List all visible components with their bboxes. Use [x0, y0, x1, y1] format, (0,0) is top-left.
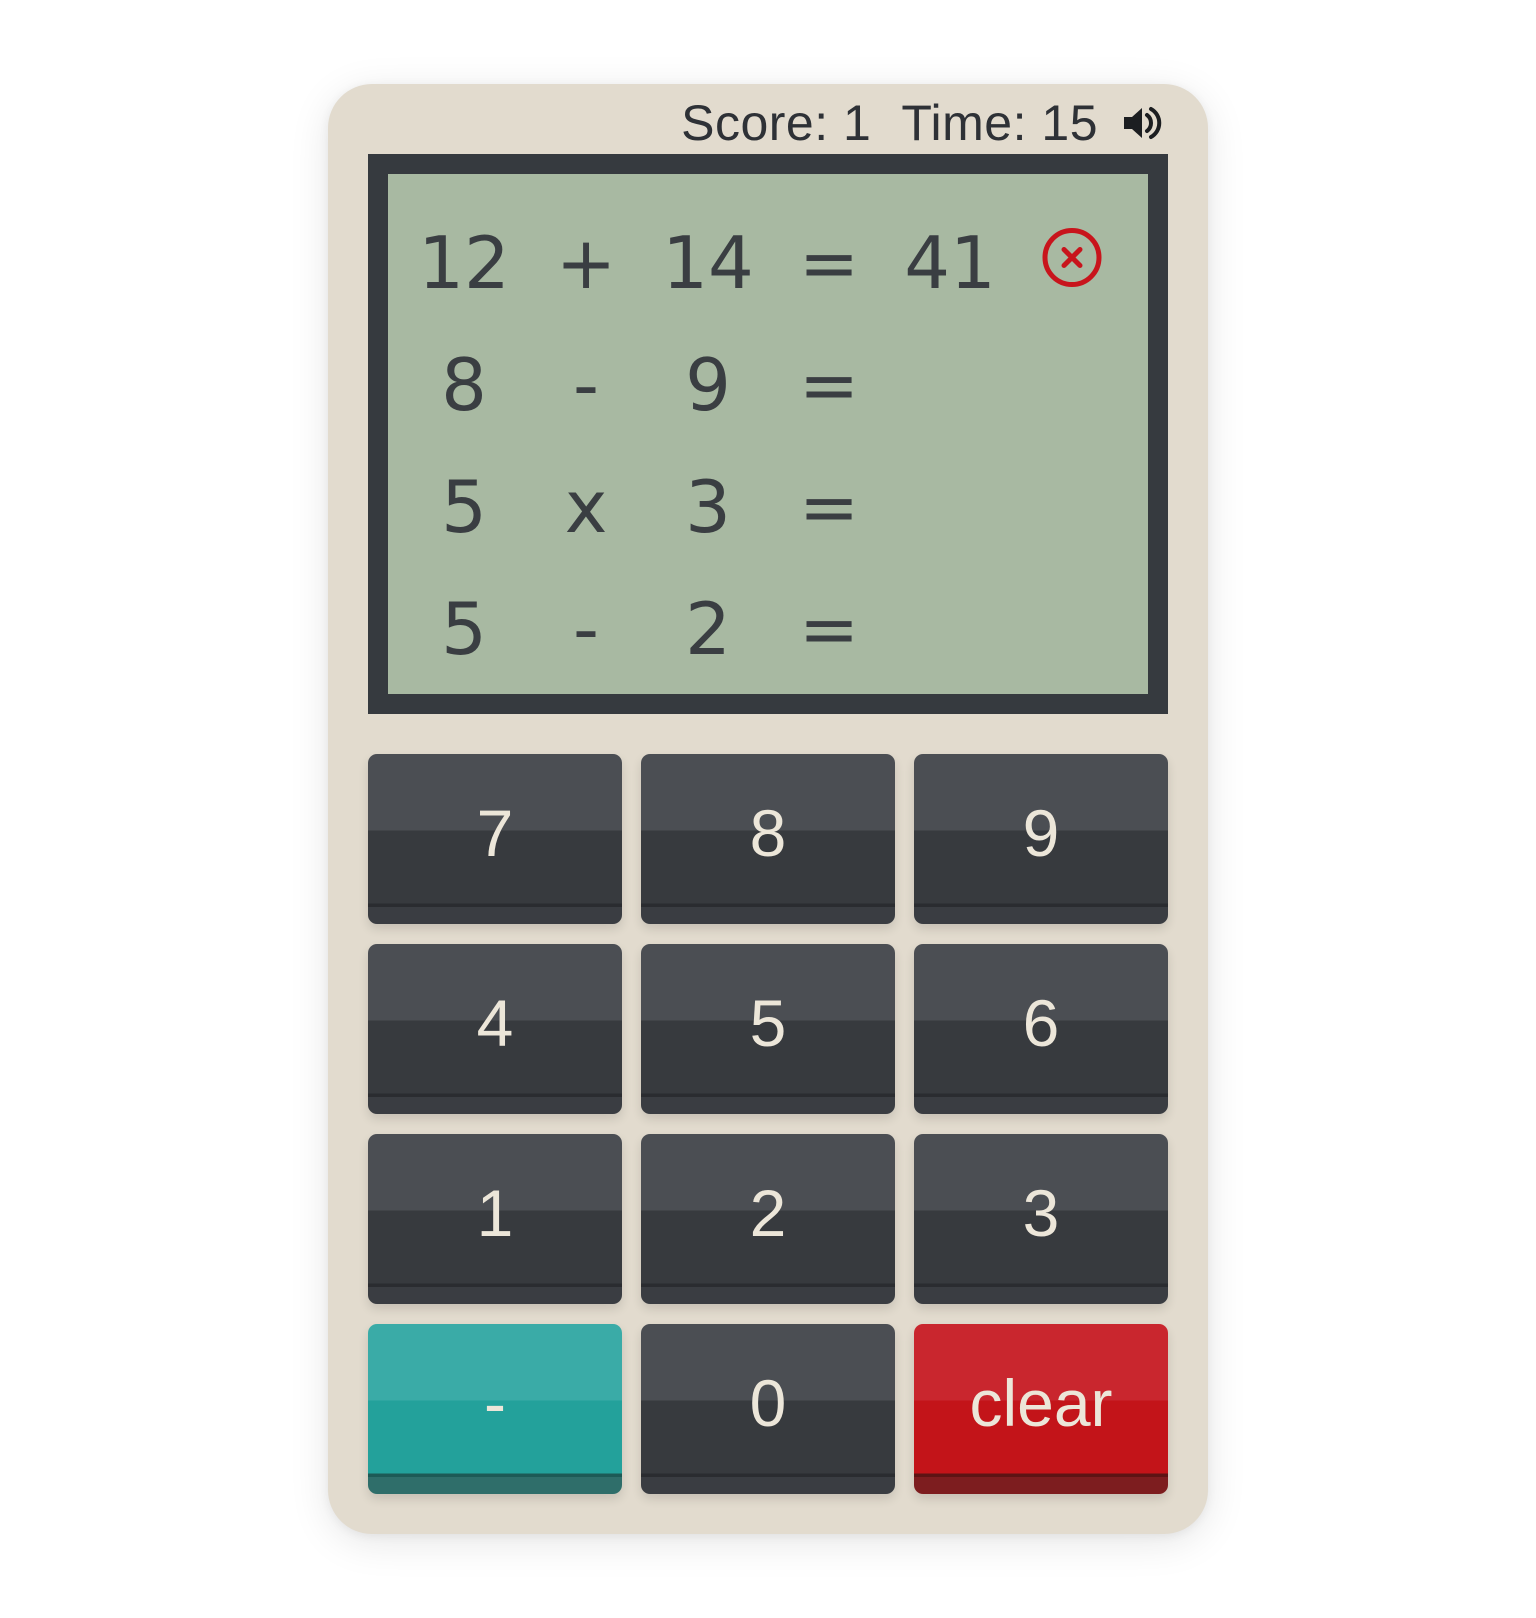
operator: -: [573, 343, 599, 427]
key-0[interactable]: 0: [641, 1324, 895, 1494]
equation-row: 5 x 3 =: [388, 446, 1148, 568]
operand-a: 8: [441, 343, 487, 427]
score-label: Score: 1: [681, 95, 872, 151]
key-label: 0: [749, 1366, 787, 1440]
equals-sign: =: [799, 174, 859, 177]
key-label: 6: [1022, 986, 1060, 1060]
equals-sign: =: [798, 221, 860, 305]
key-label: 8: [749, 796, 787, 870]
lcd-display: 0x9=012+14=418-9=5x3=5-2=: [388, 174, 1148, 694]
calculator-device: Score: 1 Time: 15 0x9=012+14=418-9=5x3=5…: [328, 84, 1208, 1534]
operand-b: 9: [685, 174, 731, 177]
operand-b: 2: [685, 587, 731, 671]
keypad: 7 8 9 4 5 6 1 2 3 - 0 clear: [368, 754, 1168, 1494]
x-circle-icon: [1040, 226, 1104, 301]
operand-b: 14: [662, 221, 754, 305]
check-circle-icon: [1040, 174, 1104, 179]
key-9[interactable]: 9: [914, 754, 1168, 924]
key-3[interactable]: 3: [914, 1134, 1168, 1304]
key-label: 7: [476, 796, 514, 870]
equals-sign: =: [798, 587, 860, 671]
operator: x: [564, 465, 608, 549]
operator: x: [565, 174, 608, 177]
key-label: clear: [969, 1366, 1113, 1440]
operand-a: 0: [441, 174, 487, 177]
key-6[interactable]: 6: [914, 944, 1168, 1114]
key-label: 2: [749, 1176, 787, 1250]
equation-list: 0x9=012+14=418-9=5x3=5-2=: [388, 174, 1148, 690]
equals-sign: =: [798, 343, 860, 427]
key-7[interactable]: 7: [368, 754, 622, 924]
operand-a: 5: [441, 465, 487, 549]
clear-key[interactable]: clear: [914, 1324, 1168, 1494]
key-label: 3: [1022, 1176, 1060, 1250]
operator: -: [573, 587, 599, 671]
equals-sign: =: [798, 465, 860, 549]
key-5[interactable]: 5: [641, 944, 895, 1114]
operand-b: 9: [685, 343, 731, 427]
equation-row: 5 - 2 =: [388, 568, 1148, 690]
key-4[interactable]: 4: [368, 944, 622, 1114]
operator: +: [555, 221, 617, 305]
answer-value: 0: [927, 174, 973, 177]
key-label: 9: [1022, 796, 1060, 870]
status-bar: Score: 1 Time: 15: [681, 95, 1162, 151]
operand-b: 3: [685, 465, 731, 549]
key-label: 4: [476, 986, 514, 1060]
equation-row: 12 +14 = 41: [388, 202, 1148, 324]
key-label: 5: [749, 986, 787, 1060]
operand-a: 5: [441, 587, 487, 671]
speaker-volume-icon[interactable]: [1120, 102, 1162, 144]
time-label: Time: 15: [901, 95, 1098, 151]
equation-row: 8 - 9 =: [388, 324, 1148, 446]
key-8[interactable]: 8: [641, 754, 895, 924]
minus-key[interactable]: -: [368, 1324, 622, 1494]
operand-a: 12: [418, 221, 510, 305]
equation-row: 0 x 9 = 0: [388, 174, 1148, 202]
key-2[interactable]: 2: [641, 1134, 895, 1304]
key-label: 1: [476, 1176, 514, 1250]
key-label: -: [484, 1366, 506, 1440]
display-bezel: 0x9=012+14=418-9=5x3=5-2=: [368, 154, 1168, 714]
key-1[interactable]: 1: [368, 1134, 622, 1304]
answer-value: 41: [904, 221, 996, 305]
